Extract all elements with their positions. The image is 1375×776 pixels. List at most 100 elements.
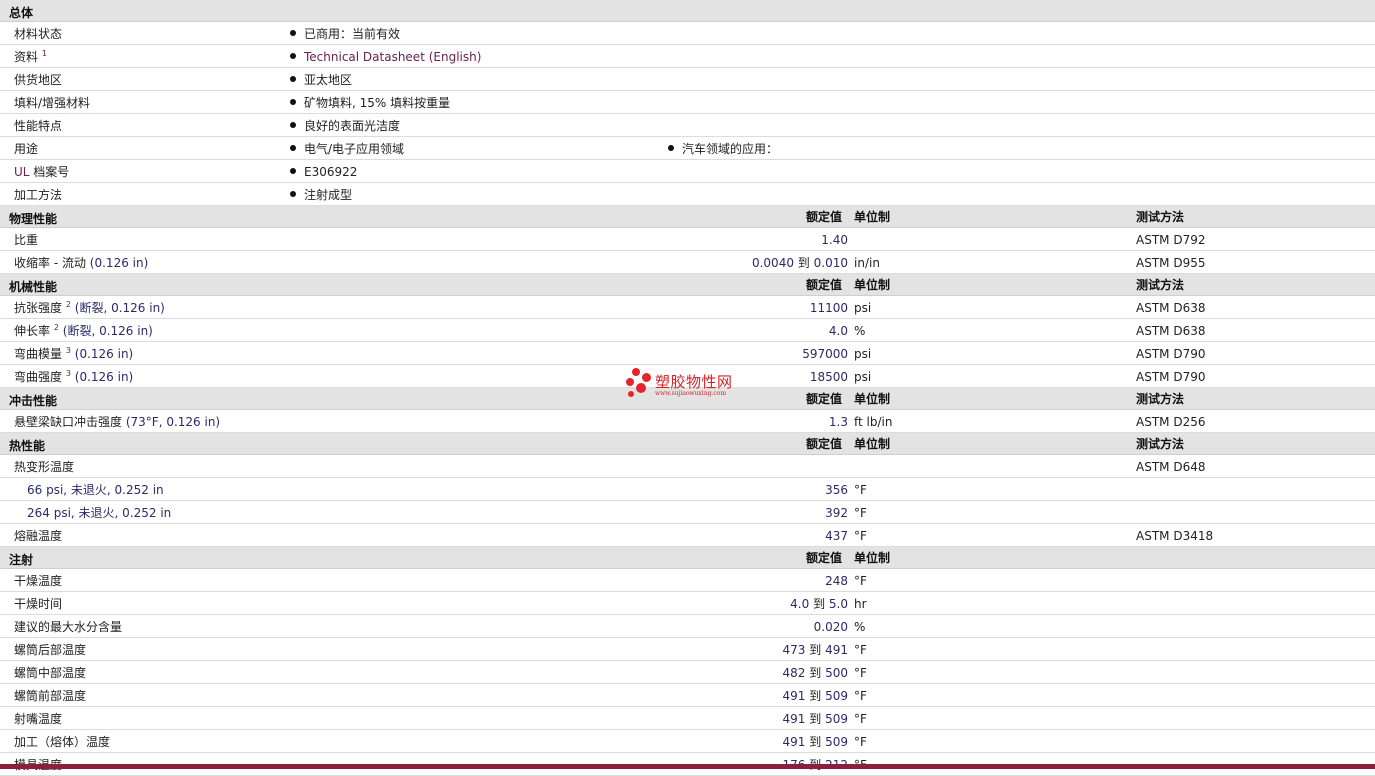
row-label: 用途	[14, 142, 39, 156]
col-header-unit: 单位制	[854, 392, 891, 406]
row-test-method: ASTM D3418	[1136, 529, 1214, 543]
row-value: 良好的表面光洁度	[290, 119, 400, 133]
row-value: 电气/电子应用领域	[290, 142, 404, 156]
row-unit: °F	[854, 712, 867, 726]
watermark-title: 塑胶物性网	[655, 373, 733, 391]
row-label: 66 psi, 未退火, 0.252 in	[27, 483, 164, 497]
section-header-thermal: 热性能 额定值 单位制 测试方法	[0, 433, 1375, 455]
row-unit: %	[854, 620, 866, 634]
col-header-test: 测试方法	[1136, 210, 1185, 224]
logo-dot	[642, 373, 651, 382]
table-row: 干燥时间 4.0 到 5.0 hr	[0, 592, 1375, 615]
row-label: 填料/增强材料	[14, 96, 91, 110]
table-row: 材料状态 已商用：当前有效	[0, 22, 1375, 45]
watermark-logo: 塑胶物性网 www.sujiaowuxing.com	[624, 368, 764, 402]
section-header-injection: 注射 额定值 单位制	[0, 547, 1375, 569]
row-unit: °F	[854, 483, 867, 497]
table-row: 用途 电气/电子应用领域 汽车领域的应用：	[0, 137, 1375, 160]
logo-dot	[628, 391, 634, 397]
row-unit: °F	[854, 529, 867, 543]
bullet-icon	[290, 145, 296, 151]
row-value-2: 汽车领域的应用：	[668, 142, 778, 156]
table-row: 加工方法 注射成型	[0, 183, 1375, 206]
table-row: 建议的最大水分含量 0.020 %	[0, 615, 1375, 638]
row-value: 0.020	[813, 620, 848, 634]
row-value: 亚太地区	[290, 73, 352, 87]
row-test-method: ASTM D790	[1136, 347, 1206, 361]
col-header-test: 测试方法	[1136, 392, 1185, 406]
table-row: 抗张强度 2 (断裂, 0.126 in) 11100 psi ASTM D63…	[0, 296, 1375, 319]
row-label: 熔融温度	[14, 529, 63, 543]
bullet-icon	[290, 53, 296, 59]
row-value: 482 到 500	[782, 666, 848, 680]
logo-dot	[626, 378, 634, 386]
logo-dot	[636, 383, 646, 393]
col-header-test: 测试方法	[1136, 278, 1185, 292]
table-row: UL 档案号 E306922	[0, 160, 1375, 183]
row-value: 0.0040 到 0.010	[751, 256, 848, 270]
row-label: 资料 1	[14, 49, 47, 65]
bottom-bar	[0, 764, 1375, 769]
row-value: 491 到 509	[782, 735, 848, 749]
row-unit: psi	[854, 370, 872, 384]
row-test-method: ASTM D648	[1136, 460, 1206, 474]
row-label: 材料状态	[14, 27, 63, 41]
row-value: 注射成型	[290, 188, 352, 202]
row-value: 4.0	[828, 324, 848, 338]
footnote-ref[interactable]: 3	[66, 346, 71, 355]
row-label: 建议的最大水分含量	[14, 620, 123, 634]
table-row: 收缩率 - 流动 (0.126 in) 0.0040 到 0.010 in/in…	[0, 251, 1375, 274]
row-value: 491 到 509	[782, 689, 848, 703]
section-header-physical: 物理性能 额定值 单位制 测试方法	[0, 206, 1375, 228]
table-row: 填料/增强材料 矿物填料, 15% 填料按重量	[0, 91, 1375, 114]
section-header-general: 总体	[0, 0, 1375, 22]
row-label: 供货地区	[14, 73, 63, 87]
row-unit: °F	[854, 666, 867, 680]
watermark-url: www.sujiaowuxing.com	[655, 390, 727, 397]
row-value: 473 到 491	[782, 643, 848, 657]
row-test-method: ASTM D638	[1136, 301, 1206, 315]
table-row: 射嘴温度 491 到 509 °F	[0, 707, 1375, 730]
col-header-unit: 单位制	[854, 551, 891, 565]
col-header-value: 额定值	[806, 210, 843, 224]
table-row: 悬壁梁缺口冲击强度 (73°F, 0.126 in) 1.3 ft lb/in …	[0, 410, 1375, 433]
row-unit: in/in	[854, 256, 880, 270]
col-header-value: 额定值	[806, 437, 843, 451]
col-header-unit: 单位制	[854, 437, 891, 451]
col-header-value: 额定值	[806, 278, 843, 292]
row-test-method: ASTM D638	[1136, 324, 1206, 338]
table-row: 资料 1 Technical Datasheet (English)	[0, 45, 1375, 68]
row-value: 18500	[809, 370, 848, 384]
row-label: 螺筒前部温度	[14, 689, 87, 703]
table-row: 加工（熔体）温度 491 到 509 °F	[0, 730, 1375, 753]
ul-link[interactable]: UL	[14, 165, 29, 179]
footnote-ref[interactable]: 2	[54, 323, 59, 332]
row-unit: °F	[854, 506, 867, 520]
row-unit: %	[854, 324, 866, 338]
footnote-ref[interactable]: 3	[66, 369, 71, 378]
table-row: 螺筒后部温度 473 到 491 °F	[0, 638, 1375, 661]
row-unit: hr	[854, 597, 867, 611]
table-row: 干燥温度 248 °F	[0, 569, 1375, 592]
row-label: UL 档案号	[14, 165, 70, 179]
section-title: 注射	[9, 553, 34, 567]
row-label: 伸长率 2 (断裂, 0.126 in)	[14, 323, 153, 339]
datasheet-link[interactable]: Technical Datasheet (English)	[304, 50, 481, 64]
table-row: 熔融温度 437 °F ASTM D3418	[0, 524, 1375, 547]
bullet-icon	[290, 76, 296, 82]
row-label: 干燥时间	[14, 597, 63, 611]
footnote-ref[interactable]: 2	[66, 300, 71, 309]
table-row: 热变形温度 ASTM D648	[0, 455, 1375, 478]
bullet-icon	[290, 122, 296, 128]
row-test-method: ASTM D792	[1136, 233, 1206, 247]
row-label: 弯曲强度 3 (0.126 in)	[14, 369, 134, 385]
col-header-unit: 单位制	[854, 210, 891, 224]
footnote-ref[interactable]: 1	[42, 49, 47, 58]
bullet-icon	[668, 145, 674, 151]
section-header-mechanical: 机械性能 额定值 单位制 测试方法	[0, 274, 1375, 296]
row-value: 597000	[802, 347, 848, 361]
table-row: 供货地区 亚太地区	[0, 68, 1375, 91]
logo-dot	[632, 368, 640, 376]
row-unit: psi	[854, 347, 872, 361]
row-label: 悬壁梁缺口冲击强度 (73°F, 0.126 in)	[14, 415, 221, 429]
